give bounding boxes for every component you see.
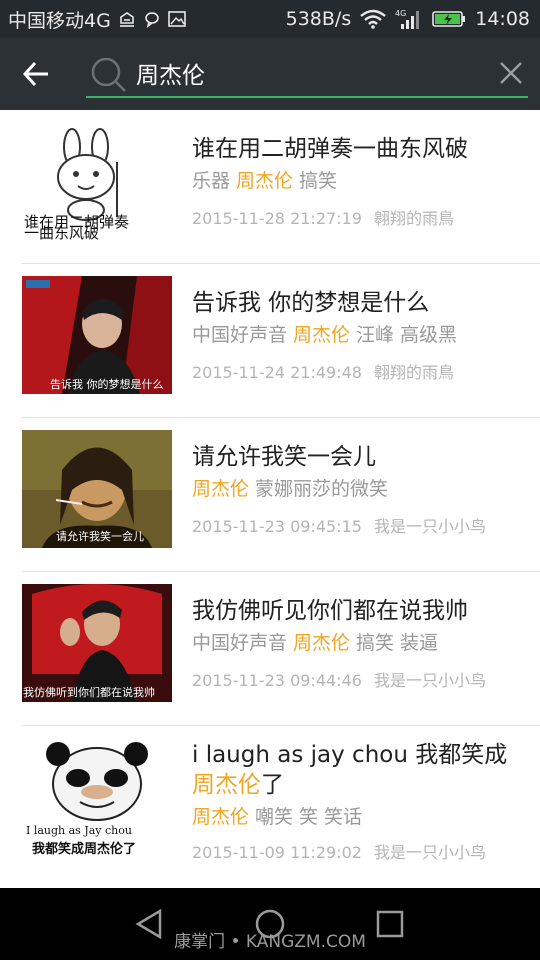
list-item[interactable]: 请允许我笑一会儿 请允许我笑一会儿 周杰伦 蒙娜丽莎的微笑 2015-11-23 … [0, 418, 540, 572]
result-title: 谁在用二胡弹奏一曲东风破 [192, 136, 468, 162]
search-box[interactable] [86, 50, 528, 98]
result-meta: 2015-11-23 09:45:15 我是一只小小鸟 [192, 513, 532, 537]
clear-search-button[interactable] [496, 58, 526, 88]
result-meta: 2015-11-28 21:27:19 翱翔的雨鳥 [192, 205, 532, 229]
tag-highlight[interactable]: 周杰伦 [192, 478, 249, 500]
image-icon [168, 11, 186, 27]
tag[interactable]: 搞笑 [299, 170, 337, 192]
back-button[interactable] [14, 54, 58, 94]
signal-tag: 4G [395, 9, 406, 18]
arrow-left-icon [22, 61, 48, 87]
result-meta: 2015-11-09 11:29:02 我是一只小小鸟 [192, 839, 532, 863]
tag[interactable]: 笑话 [324, 806, 362, 828]
result-info: 谁在用二胡弹奏一曲东风破 乐器 周杰伦 搞笑 2015-11-28 21:27:19… [192, 134, 532, 229]
thumb-caption-line: I laugh as Jay chou [26, 824, 132, 837]
result-title: 请允许我笑一会儿 [192, 444, 376, 470]
tag[interactable]: 乐器 [192, 170, 230, 192]
signal-icon: 4G [395, 9, 420, 29]
result-timestamp: 2015-11-24 21:49:48 [192, 363, 362, 382]
result-tags: 乐器 周杰伦 搞笑 [192, 166, 532, 193]
thumb-caption-line: 请允许我笑一会儿 [56, 530, 144, 543]
wifi-icon [360, 9, 387, 29]
list-item[interactable]: 我仿佛听到你们都在说我帅 我仿佛听见你们都在说我帅 中国好声音 周杰伦 搞笑 装逼 2… [0, 572, 540, 726]
result-timestamp: 2015-11-23 09:45:15 [192, 517, 362, 536]
result-author[interactable]: 我是一只小小鸟 [374, 843, 486, 862]
result-info: 请允许我笑一会儿 周杰伦 蒙娜丽莎的微笑 2015-11-23 09:45:15 我… [192, 442, 532, 537]
tag[interactable]: 嘲笑 [255, 806, 293, 828]
tag[interactable]: 高级黑 [400, 324, 457, 346]
search-icon [91, 57, 126, 92]
thumb-caption-line: 告诉我 你的梦想是什么 [50, 378, 164, 391]
list-item[interactable]: I laugh as Jay chou 我都笑成周杰伦了 i laugh as … [0, 726, 540, 886]
result-info: i laugh as jay chou 我都笑成 周杰伦了 周杰伦 嘲笑笑笑话 2… [192, 740, 532, 863]
result-title-part: i laugh as jay chou 我都笑成 [192, 742, 508, 768]
usb-debug-icon [119, 12, 134, 27]
tag-highlight[interactable]: 周杰伦 [192, 806, 249, 828]
result-timestamp: 2015-11-23 09:44:46 [192, 671, 362, 690]
result-title: 我仿佛听见你们都在说我帅 [192, 598, 468, 624]
result-author[interactable]: 我是一只小小鸟 [374, 671, 486, 690]
result-timestamp: 2015-11-28 21:27:19 [192, 209, 362, 228]
tag-highlight[interactable]: 周杰伦 [236, 170, 293, 192]
result-tags: 中国好声音 周杰伦 汪峰 高级黑 [192, 320, 532, 347]
result-meta: 2015-11-23 09:44:46 我是一只小小鸟 [192, 667, 532, 691]
carrier-label: 中国移动4G [8, 9, 111, 32]
result-info: 我仿佛听见你们都在说我帅 中国好声音 周杰伦 搞笑 装逼 2015-11-23 09:… [192, 596, 532, 691]
thumb-caption-line: 一曲东风破 [24, 224, 100, 240]
result-tags: 周杰伦 蒙娜丽莎的微笑 [192, 474, 532, 501]
clock-label: 14:08 [475, 8, 530, 30]
result-tags: 周杰伦 嘲笑笑笑话 [192, 802, 532, 829]
tag[interactable]: 中国好声音 [192, 632, 287, 654]
thumb-caption-line: 我都笑成周杰伦了 [32, 842, 137, 857]
tag[interactable]: 搞笑 [356, 632, 394, 654]
result-timestamp: 2015-11-09 11:29:02 [192, 843, 362, 862]
tag[interactable]: 汪峰 [356, 324, 394, 346]
result-thumbnail[interactable]: 请允许我笑一会儿 [22, 430, 172, 548]
search-results-list: 谁在用二胡弹奏 一曲东风破 谁在用二胡弹奏一曲东风破 乐器 周杰伦 搞笑 2015-… [0, 110, 540, 888]
tag[interactable]: 蒙娜丽莎的微笑 [255, 478, 388, 500]
result-thumbnail[interactable]: 告诉我 你的梦想是什么 [22, 276, 172, 394]
result-thumbnail[interactable]: I laugh as Jay chou 我都笑成周杰伦了 [22, 740, 172, 858]
search-app-bar [0, 38, 540, 110]
result-author[interactable]: 翱翔的雨鳥 [374, 209, 454, 228]
result-tags: 中国好声音 周杰伦 搞笑 装逼 [192, 628, 532, 655]
list-item[interactable]: 告诉我 你的梦想是什么 告诉我 你的梦想是什么 中国好声音 周杰伦 汪峰 高级黑 20… [0, 264, 540, 418]
result-title-highlight: 周杰伦 [192, 772, 261, 798]
result-info: 告诉我 你的梦想是什么 中国好声音 周杰伦 汪峰 高级黑 2015-11-24 21:… [192, 288, 532, 383]
result-author[interactable]: 翱翔的雨鳥 [374, 363, 454, 382]
message-icon [145, 12, 159, 28]
search-input[interactable] [136, 56, 466, 90]
result-thumbnail[interactable]: 我仿佛听到你们都在说我帅 [22, 584, 172, 702]
result-meta: 2015-11-24 21:49:48 翱翔的雨鳥 [192, 359, 532, 383]
result-title: i laugh as jay chou 我都笑成 周杰伦了 [192, 740, 532, 800]
list-item[interactable]: 谁在用二胡弹奏 一曲东风破 谁在用二胡弹奏一曲东风破 乐器 周杰伦 搞笑 2015-… [0, 110, 540, 264]
result-author[interactable]: 我是一只小小鸟 [374, 517, 486, 536]
net-speed-label: 538B/s [285, 8, 352, 30]
result-title-part: 了 [261, 772, 284, 798]
tag[interactable]: 中国好声音 [192, 324, 287, 346]
tag[interactable]: 装逼 [400, 632, 438, 654]
tag[interactable]: 笑 [299, 806, 318, 828]
result-thumbnail[interactable]: 谁在用二胡弹奏 一曲东风破 [22, 122, 172, 240]
close-icon [500, 62, 522, 84]
watermark-text: 康掌门 • KANGZM.COM [174, 932, 366, 952]
thumb-caption-line: 我仿佛听到你们都在说我帅 [23, 686, 155, 699]
battery-charging-icon [432, 11, 466, 27]
status-bar: 中国移动4G 538B/s 4G 14:08 [0, 0, 540, 38]
result-title: 告诉我 你的梦想是什么 [192, 290, 430, 316]
tag-highlight[interactable]: 周杰伦 [293, 632, 350, 654]
tag-highlight[interactable]: 周杰伦 [293, 324, 350, 346]
